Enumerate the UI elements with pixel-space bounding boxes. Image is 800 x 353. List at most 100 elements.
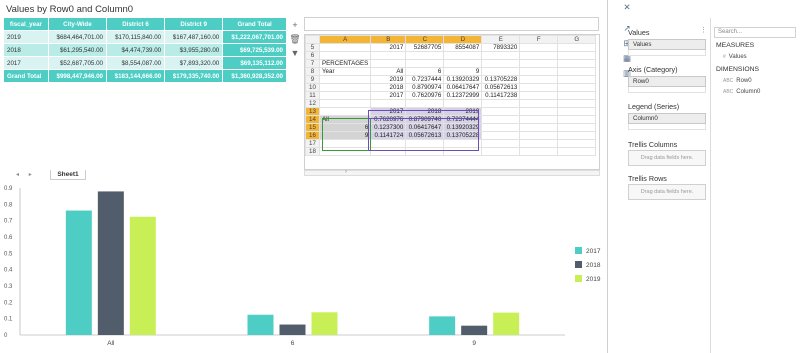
- column-header[interactable]: C: [405, 35, 445, 44]
- pivot-row-header[interactable]: 2018: [3, 43, 49, 57]
- pivot-cell[interactable]: $179,335,740.00: [164, 69, 224, 83]
- sheet-cell[interactable]: [318, 83, 372, 92]
- sheet-cell[interactable]: 0.7237444: [405, 75, 445, 84]
- pivot-cell[interactable]: $1,360,928,352.00: [222, 69, 287, 83]
- sheet-cell[interactable]: [481, 139, 521, 148]
- row-header[interactable]: 15: [305, 123, 320, 132]
- column-header[interactable]: E: [481, 35, 521, 44]
- sheet-cell[interactable]: [557, 147, 597, 156]
- values-well-drop[interactable]: [628, 50, 706, 56]
- sheet-cell[interactable]: [443, 59, 483, 68]
- pivot-header-cell[interactable]: District 9: [164, 17, 224, 31]
- sheet-cell[interactable]: [481, 107, 521, 116]
- pivot-cell[interactable]: $167,487,160.00: [164, 30, 224, 44]
- sheet-cell[interactable]: [481, 51, 521, 60]
- sheet-cell[interactable]: 7893320: [481, 43, 521, 52]
- pivot-cell[interactable]: $998,447,946.00: [47, 69, 107, 83]
- sheet-cell[interactable]: 0.06417647: [443, 83, 483, 92]
- pivot-header-cell[interactable]: City-Wide: [47, 17, 107, 31]
- pivot-cell[interactable]: $69,135,112.00: [222, 56, 287, 70]
- pivot-cell[interactable]: $3,955,280.00: [164, 43, 224, 57]
- sheet-cell[interactable]: [443, 51, 483, 60]
- sheet-cell[interactable]: [370, 51, 407, 60]
- sheet-cell[interactable]: [519, 75, 559, 84]
- sheet-cell[interactable]: [481, 59, 521, 68]
- column-header[interactable]: D: [443, 35, 483, 44]
- sheet-cell[interactable]: 52687705: [405, 43, 445, 52]
- tab-sheet1[interactable]: Sheet1: [50, 170, 86, 180]
- formula-bar[interactable]: [304, 17, 599, 31]
- sheet-cell[interactable]: [519, 107, 559, 116]
- pivot-row-header[interactable]: 2019: [3, 30, 49, 44]
- sheet-cell[interactable]: [405, 99, 445, 108]
- sheet-cell[interactable]: [318, 75, 372, 84]
- row-header[interactable]: 7: [305, 59, 320, 68]
- sheet-cell[interactable]: [557, 51, 597, 60]
- sheet-cell[interactable]: 2017: [370, 91, 407, 100]
- pivot-cell[interactable]: $52,687,705.00: [47, 56, 107, 70]
- row-header[interactable]: 13: [305, 107, 320, 116]
- sheet-cell[interactable]: [557, 131, 597, 140]
- sheet-cell[interactable]: Year: [318, 67, 372, 76]
- pivot-header-cell[interactable]: District 6: [105, 17, 166, 31]
- field-item-values[interactable]: # Values: [723, 54, 747, 60]
- row-header[interactable]: 14: [305, 115, 320, 124]
- sheet-cell[interactable]: [519, 51, 559, 60]
- sheet-cell[interactable]: [318, 107, 372, 116]
- axis-pill[interactable]: Row0: [628, 76, 706, 87]
- sheet-cell[interactable]: 0.7620976: [405, 91, 445, 100]
- trellis-rows-drop[interactable]: Drag data fields here.: [628, 184, 706, 200]
- sheet-cell[interactable]: 0.12372999: [443, 91, 483, 100]
- sheet-cell[interactable]: [557, 123, 597, 132]
- sheet-cell[interactable]: [557, 107, 597, 116]
- sheet-cell[interactable]: [481, 67, 521, 76]
- column-header[interactable]: A: [318, 35, 372, 44]
- axis-well-drop[interactable]: [628, 87, 706, 93]
- sheet-cell[interactable]: [557, 83, 597, 92]
- column-header[interactable]: F: [519, 35, 559, 44]
- row-header[interactable]: 8: [305, 67, 320, 76]
- sheet-cell[interactable]: [481, 99, 521, 108]
- legend-well-drop[interactable]: [628, 124, 706, 130]
- sheet-cell[interactable]: [519, 123, 559, 132]
- sheet-cell[interactable]: [481, 123, 521, 132]
- sheet-cell[interactable]: [519, 59, 559, 68]
- sheet-cell[interactable]: [318, 91, 372, 100]
- sheet-cell[interactable]: [557, 67, 597, 76]
- pivot-cell[interactable]: $170,115,840.00: [105, 30, 166, 44]
- pivot-cell[interactable]: $183,144,666.00: [105, 69, 166, 83]
- sheet-cell[interactable]: [481, 147, 521, 156]
- sheet-cell[interactable]: [370, 99, 407, 108]
- sheet-cell[interactable]: [519, 67, 559, 76]
- sheet-cell[interactable]: 0.13920329: [443, 75, 483, 84]
- field-item-row0[interactable]: ABC Row0: [723, 78, 752, 84]
- sheet-cell[interactable]: 8554087: [443, 43, 483, 52]
- pivot-cell[interactable]: $1,222,067,701.00: [222, 30, 287, 44]
- row-header[interactable]: 16: [305, 131, 320, 140]
- row-header[interactable]: 6: [305, 51, 320, 60]
- row-header[interactable]: 17: [305, 139, 320, 148]
- pivot-cell[interactable]: $8,554,087.00: [105, 56, 166, 70]
- sheet-cell[interactable]: 9: [443, 67, 483, 76]
- row-header[interactable]: 5: [305, 43, 320, 52]
- trellis-columns-drop[interactable]: Drag data fields here.: [628, 150, 706, 166]
- sheet-cell[interactable]: [519, 43, 559, 52]
- field-item-column0[interactable]: ABC Column0: [723, 89, 760, 95]
- sheet-cell[interactable]: 2019: [370, 75, 407, 84]
- sheet-cell[interactable]: [405, 59, 445, 68]
- sheet-cell[interactable]: 6: [405, 67, 445, 76]
- horizontal-scrollbar[interactable]: ›: [304, 169, 600, 176]
- sheet-cell[interactable]: [481, 115, 521, 124]
- sheet-cell[interactable]: PERCENTAGES: [318, 59, 372, 68]
- column-header[interactable]: G: [557, 35, 597, 44]
- add-icon[interactable]: +: [288, 18, 302, 32]
- sheet-cell[interactable]: 0.8790974: [405, 83, 445, 92]
- sheet-cell[interactable]: [557, 75, 597, 84]
- sheet-cell[interactable]: [557, 99, 597, 108]
- pivot-header-cell[interactable]: fiscal_year: [3, 17, 49, 31]
- sheet-cell[interactable]: [557, 91, 597, 100]
- sheet-cell[interactable]: [519, 115, 559, 124]
- spreadsheet-grid[interactable]: A B C D E F G 5 2017 52687705 8554087 7893320 6 7 PERC…: [304, 34, 600, 170]
- sheet-cell[interactable]: [519, 83, 559, 92]
- sheet-cell[interactable]: [318, 99, 372, 108]
